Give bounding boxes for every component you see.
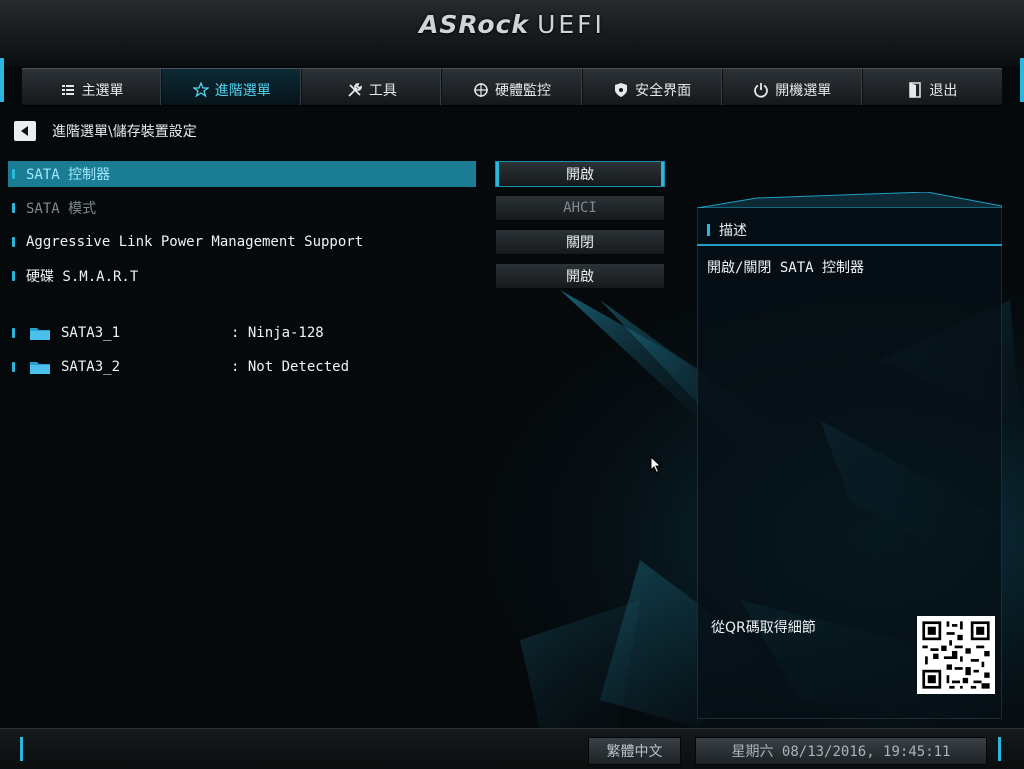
shield-icon <box>615 83 628 97</box>
drive-row-sata3-1[interactable]: SATA3_1 : Ninja-128 <box>8 321 324 345</box>
description-panel-top-edge <box>697 192 1002 208</box>
description-text: 開啟/關閉 SATA 控制器 <box>707 260 865 276</box>
tab-label: 主選單 <box>81 83 124 99</box>
star-icon <box>192 82 209 98</box>
setting-row-sata-mode: SATA 模式 <box>8 195 476 221</box>
setting-row-smart[interactable]: 硬碟 S.M.A.R.T <box>8 263 476 289</box>
folder-icon <box>30 328 50 340</box>
drive-name: SATA3_2 <box>61 359 121 375</box>
qr-code-icon[interactable] <box>917 616 995 694</box>
mouse-cursor-icon <box>650 456 662 474</box>
setting-label: 硬碟 S.M.A.R.T <box>26 269 139 285</box>
tab-label: 工具 <box>368 83 397 99</box>
setting-label: SATA 模式 <box>26 201 97 217</box>
back-button[interactable] <box>14 121 36 141</box>
tab-main[interactable]: 主選單 <box>22 69 163 105</box>
smart-value-button[interactable]: 開啟 <box>495 263 665 289</box>
drive-value: : Ninja-128 <box>231 325 324 341</box>
bottom-left-marker <box>20 737 23 761</box>
sata-mode-value-button: AHCI <box>495 195 665 221</box>
tab-advanced[interactable]: 進階選單 <box>162 69 303 105</box>
row-marker <box>12 237 15 247</box>
left-accent-bar <box>0 58 4 102</box>
description-header: 描述 <box>697 216 1002 246</box>
language-button[interactable]: 繁體中文 <box>588 737 681 765</box>
brand-name: ASRock <box>419 10 530 39</box>
tab-boot[interactable]: 開機選單 <box>723 69 863 105</box>
tab-exit[interactable]: 退出 <box>863 69 1002 105</box>
tools-icon <box>348 83 362 97</box>
tab-security[interactable]: 安全界面 <box>583 69 723 105</box>
power-icon <box>754 83 769 98</box>
brand-logo: ASRock UEFI <box>0 10 1024 39</box>
header-marker <box>707 224 710 236</box>
folder-icon <box>30 362 50 374</box>
main-tab-bar: 主選單 進階選單 工具 硬體監控 安全界面 開機選單 退出 <box>22 68 1002 106</box>
row-marker <box>12 362 15 372</box>
tab-label: 退出 <box>929 83 958 99</box>
monitor-target-icon <box>473 83 488 97</box>
drive-row-sata3-2[interactable]: SATA3_2 : Not Detected <box>8 355 349 379</box>
bottom-right-marker <box>998 737 1001 761</box>
breadcrumb: 進階選單\儲存裝置設定 <box>52 124 197 140</box>
exit-door-icon <box>909 82 922 98</box>
brand-product: UEFI <box>537 10 605 39</box>
row-marker <box>12 328 15 338</box>
datetime-display: 星期六 08/13/2016, 19:45:11 <box>695 737 987 765</box>
description-title: 描述 <box>719 223 747 239</box>
right-accent-bar <box>1020 58 1024 102</box>
list-icon <box>61 85 74 95</box>
alpm-value-button[interactable]: 關閉 <box>495 229 665 255</box>
row-marker <box>12 203 15 213</box>
setting-label: SATA 控制器 <box>26 167 111 183</box>
setting-label: Aggressive Link Power Management Support <box>26 234 364 250</box>
sata-controller-value-button[interactable]: 開啟 <box>495 161 665 187</box>
row-marker <box>12 271 15 281</box>
tab-label: 硬體監控 <box>494 83 551 99</box>
setting-row-sata-controller[interactable]: SATA 控制器 <box>8 161 476 187</box>
tab-label: 開機選單 <box>775 83 832 99</box>
drive-name: SATA3_1 <box>61 325 121 341</box>
tab-label: 進階選單 <box>214 83 271 99</box>
setting-row-alpm[interactable]: Aggressive Link Power Management Support <box>8 229 476 255</box>
qr-label: 從QR碼取得細節 <box>711 620 816 636</box>
drive-value: : Not Detected <box>231 359 350 375</box>
tab-tools[interactable]: 工具 <box>302 69 443 105</box>
row-marker <box>12 169 15 179</box>
tab-hardware-monitor[interactable]: 硬體監控 <box>442 69 583 105</box>
tab-label: 安全界面 <box>635 83 692 99</box>
